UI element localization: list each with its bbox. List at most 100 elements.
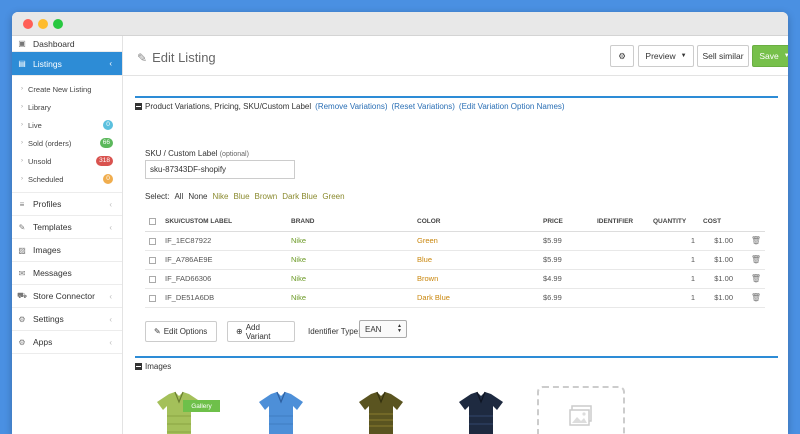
- sku-cell[interactable]: IF_FAD66306: [161, 269, 287, 289]
- sidebar-item-apps[interactable]: ⚙ Apps ‹: [12, 331, 122, 354]
- identifier-type-select[interactable]: EAN ▲ ▼: [359, 320, 407, 338]
- cost-cell[interactable]: $1.00: [699, 288, 737, 308]
- trash-icon[interactable]: 🗑: [751, 255, 761, 264]
- brand-cell[interactable]: Nike: [287, 250, 413, 270]
- sidebar-item-store-connector[interactable]: ⛟ Store Connector ‹: [12, 285, 122, 308]
- sku-cell[interactable]: IF_DE51A6DB: [161, 288, 287, 308]
- file-icon: ▤: [18, 59, 26, 68]
- save-button[interactable]: Save ▼: [752, 45, 788, 67]
- reset-variations-link[interactable]: (Reset Variations): [391, 102, 454, 111]
- price-cell[interactable]: $5.99: [539, 231, 593, 251]
- page-title: ✎ Edit Listing: [137, 50, 216, 65]
- collapse-icon[interactable]: [135, 102, 142, 110]
- brand-cell[interactable]: Nike: [287, 288, 413, 308]
- select-nike-link[interactable]: Nike: [212, 192, 228, 201]
- price-cell[interactable]: $4.99: [539, 269, 593, 289]
- sidebar-item-label: Templates: [33, 222, 72, 232]
- price-cell[interactable]: $5.99: [539, 250, 593, 270]
- quantity-cell[interactable]: 1: [649, 231, 699, 251]
- cost-cell[interactable]: $1.00: [699, 231, 737, 251]
- identifier-cell[interactable]: [593, 269, 649, 289]
- chevron-left-icon: ‹: [109, 222, 112, 232]
- quantity-cell[interactable]: 1: [649, 250, 699, 270]
- identifier-cell[interactable]: [593, 288, 649, 308]
- row-checkbox[interactable]: [149, 237, 156, 245]
- submenu-item-scheduled[interactable]: › Scheduled 0: [12, 170, 122, 188]
- preview-button[interactable]: Preview ▼: [638, 45, 694, 67]
- minimize-window-button[interactable]: [38, 19, 48, 29]
- sku-cell[interactable]: IF_1EC87922: [161, 231, 287, 251]
- sidebar-item-dashboard[interactable]: ▣ Dashboard: [12, 36, 122, 52]
- submenu-item-live[interactable]: › Live 0: [12, 116, 122, 134]
- submenu-item-library[interactable]: › Library: [12, 98, 122, 116]
- cost-cell[interactable]: $1.00: [699, 250, 737, 270]
- identifier-cell[interactable]: [593, 231, 649, 251]
- remove-variations-link[interactable]: (Remove Variations): [315, 102, 387, 111]
- variations-section-header: Product Variations, Pricing, SKU/Custom …: [135, 96, 778, 114]
- quantity-cell[interactable]: 1: [649, 288, 699, 308]
- row-checkbox-cell: [145, 250, 161, 270]
- sidebar-item-messages[interactable]: ✉ Messages: [12, 262, 122, 285]
- select-all-checkbox-cell: [145, 212, 161, 232]
- main-content: ✎ Edit Listing ⚙ Preview ▼ Sell similar …: [123, 36, 788, 434]
- row-checkbox[interactable]: [149, 294, 156, 302]
- sku-label-text: SKU / Custom Label: [145, 149, 218, 158]
- product-image-3[interactable]: [335, 386, 423, 434]
- sku-cell[interactable]: IF_A786AE9E: [161, 250, 287, 270]
- select-blue-link[interactable]: Blue: [234, 192, 250, 201]
- row-checkbox[interactable]: [149, 275, 156, 283]
- select-dark-blue-link[interactable]: Dark Blue: [282, 192, 317, 201]
- edit-options-button[interactable]: ✎ Edit Options: [145, 321, 217, 342]
- sell-similar-button[interactable]: Sell similar: [697, 45, 749, 67]
- color-cell[interactable]: Blue: [413, 250, 539, 270]
- color-cell[interactable]: Dark Blue: [413, 288, 539, 308]
- submenu-item-label: Unsold: [28, 156, 52, 166]
- sidebar-item-listings[interactable]: ▤ Listings ‹: [12, 52, 122, 76]
- layers-icon: ≡: [19, 199, 25, 209]
- select-green-link[interactable]: Green: [322, 192, 344, 201]
- settings-button[interactable]: ⚙: [610, 45, 634, 67]
- close-window-button[interactable]: [23, 19, 33, 29]
- product-image-2[interactable]: [235, 386, 323, 434]
- trash-icon[interactable]: 🗑: [751, 274, 761, 283]
- window-titlebar: [12, 12, 788, 36]
- identifier-cell[interactable]: [593, 250, 649, 270]
- row-checkbox[interactable]: [149, 256, 156, 264]
- select-all-link[interactable]: All: [174, 192, 183, 201]
- chevron-left-icon: ‹: [109, 59, 112, 68]
- edit-variation-names-link[interactable]: (Edit Variation Option Names): [459, 102, 565, 111]
- color-cell[interactable]: Brown: [413, 269, 539, 289]
- trash-icon[interactable]: 🗑: [751, 293, 761, 302]
- sidebar-item-templates[interactable]: ✎ Templates ‹: [12, 216, 122, 239]
- collapse-icon[interactable]: [135, 362, 142, 370]
- sidebar-item-profiles[interactable]: ≡ Profiles ‹: [12, 193, 122, 216]
- column-header-cost: COST: [699, 212, 737, 232]
- submenu-item-unsold[interactable]: › Unsold 318: [12, 152, 122, 170]
- color-cell[interactable]: Green: [413, 231, 539, 251]
- sidebar-item-settings[interactable]: ⚙ Settings ‹: [12, 308, 122, 331]
- sidebar-item-label: Store Connector: [33, 291, 95, 301]
- add-image-placeholder[interactable]: [537, 386, 625, 434]
- select-brown-link[interactable]: Brown: [255, 192, 278, 201]
- trash-icon[interactable]: 🗑: [751, 236, 761, 245]
- sku-input[interactable]: [145, 160, 295, 179]
- brand-cell[interactable]: Nike: [287, 269, 413, 289]
- quantity-cell[interactable]: 1: [649, 269, 699, 289]
- count-badge: 0: [103, 174, 113, 184]
- add-variant-button[interactable]: ⊕ Add Variant: [227, 321, 295, 342]
- submenu-item-label: Create New Listing: [28, 84, 92, 94]
- submenu-item-sold[interactable]: › Sold (orders) 66: [12, 134, 122, 152]
- price-cell[interactable]: $6.99: [539, 288, 593, 308]
- submenu-item-create-new-listing[interactable]: › Create New Listing: [12, 80, 122, 98]
- cost-cell[interactable]: $1.00: [699, 269, 737, 289]
- sidebar-item-images[interactable]: ▨ Images: [12, 239, 122, 262]
- maximize-window-button[interactable]: [53, 19, 63, 29]
- select-none-link[interactable]: None: [188, 192, 207, 201]
- product-image-4[interactable]: [435, 386, 523, 434]
- sidebar: ▣ Dashboard ▤ Listings ‹ › Create New Li…: [12, 36, 123, 434]
- select-all-checkbox[interactable]: [149, 217, 156, 225]
- submenu-item-label: Live: [28, 120, 42, 130]
- column-header-actions: [737, 212, 765, 232]
- actions-cell: 🗑: [737, 231, 765, 251]
- brand-cell[interactable]: Nike: [287, 231, 413, 251]
